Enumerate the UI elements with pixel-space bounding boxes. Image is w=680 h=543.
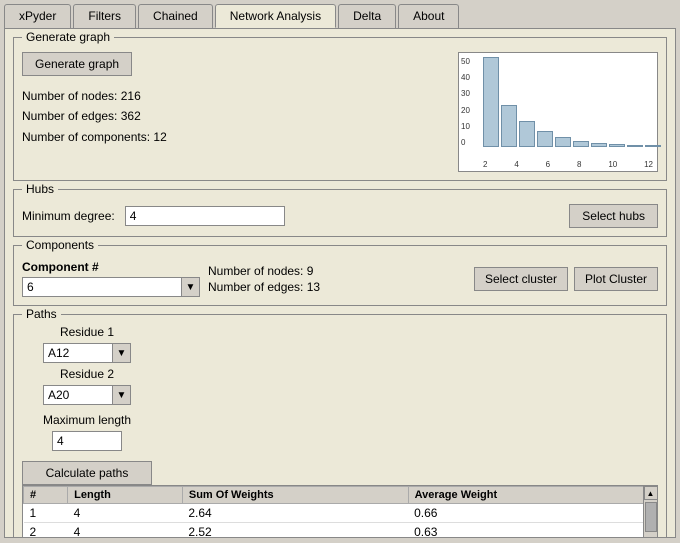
cell-num: 2 (24, 523, 68, 539)
generate-graph-title: Generate graph (22, 30, 114, 44)
residue1-dropdown-row: ▼ (22, 343, 152, 363)
main-content: Generate graph Generate graph Number of … (4, 28, 676, 538)
component-label: Component # (22, 260, 200, 274)
component-dropdown-arrow[interactable]: ▼ (182, 277, 200, 297)
cell-length: 4 (68, 523, 183, 539)
components-count: Number of components: 12 (22, 127, 448, 147)
component-dropdown[interactable] (22, 277, 182, 297)
bar-1 (483, 57, 499, 147)
bar-10 (645, 145, 661, 147)
calculate-paths-button[interactable]: Calculate paths (22, 461, 152, 485)
comp-nodes: Number of nodes: 9 (208, 264, 466, 278)
residue1-label: Residue 1 (22, 325, 152, 339)
bar-6 (573, 141, 589, 147)
tab-about[interactable]: About (398, 4, 459, 28)
select-hubs-button[interactable]: Select hubs (569, 204, 658, 228)
paths-table-wrap: # Length Sum Of Weights Average Weight 1… (22, 485, 658, 538)
components-title: Components (22, 238, 98, 252)
comp-info: Number of nodes: 9 Number of edges: 13 (208, 264, 466, 294)
max-length-label: Maximum length (22, 413, 152, 427)
col-num: # (24, 487, 68, 504)
cell-avg-weight: 0.66 (408, 504, 656, 523)
bar-2 (501, 105, 517, 147)
tab-network-analysis[interactable]: Network Analysis (215, 4, 336, 28)
col-sum-weights: Sum Of Weights (182, 487, 408, 504)
tab-delta[interactable]: Delta (338, 4, 396, 28)
edges-count: Number of edges: 362 (22, 106, 448, 126)
residue2-label: Residue 2 (22, 367, 152, 381)
tab-xpyder[interactable]: xPyder (4, 4, 71, 28)
tab-bar: xPyder Filters Chained Network Analysis … (0, 0, 680, 28)
bar-7 (591, 143, 607, 147)
cell-num: 1 (24, 504, 68, 523)
generate-left: Generate graph Number of nodes: 216 Numb… (22, 52, 448, 147)
select-cluster-button[interactable]: Select cluster (474, 267, 568, 291)
paths-section: Paths Residue 1 ▼ Residue 2 ▼ Maximum le… (13, 314, 667, 538)
scroll-thumb[interactable] (645, 502, 657, 532)
max-length-input[interactable] (52, 431, 122, 451)
col-avg-weight: Average Weight (408, 487, 656, 504)
bar-8 (609, 144, 625, 147)
table-scrollbar[interactable]: ▲ ▼ (643, 486, 657, 538)
cell-sum-weights: 2.52 (182, 523, 408, 539)
residue2-input[interactable] (43, 385, 113, 405)
hubs-title: Hubs (22, 182, 58, 196)
nodes-count: Number of nodes: 216 (22, 86, 448, 106)
residue1-arrow[interactable]: ▼ (113, 343, 131, 363)
components-section: Components Component # ▼ Number of nodes… (13, 245, 667, 306)
comp-row: Component # ▼ Number of nodes: 9 Number … (22, 260, 658, 297)
generate-graph-section: Generate graph Generate graph Number of … (13, 37, 667, 181)
chart-x-labels: 2 4 6 8 10 12 (483, 160, 653, 169)
chart-y-labels: 50 40 30 20 10 0 (461, 57, 470, 147)
min-degree-input[interactable] (125, 206, 285, 226)
tab-filters[interactable]: Filters (73, 4, 136, 28)
generate-graph-button[interactable]: Generate graph (22, 52, 132, 76)
scroll-up-arrow[interactable]: ▲ (644, 486, 658, 500)
paths-title: Paths (22, 307, 61, 321)
bar-9 (627, 145, 643, 147)
hubs-section: Hubs Minimum degree: Select hubs (13, 189, 667, 237)
chart-bars (483, 57, 653, 147)
residue1-input[interactable] (43, 343, 113, 363)
bar-4 (537, 131, 553, 147)
col-length: Length (68, 487, 183, 504)
plot-cluster-button[interactable]: Plot Cluster (574, 267, 658, 291)
table-row[interactable]: 1 4 2.64 0.66 (24, 504, 657, 523)
min-degree-label: Minimum degree: (22, 209, 115, 223)
paths-table: # Length Sum Of Weights Average Weight 1… (23, 486, 657, 538)
bar-3 (519, 121, 535, 147)
comp-edges: Number of edges: 13 (208, 280, 466, 294)
cell-sum-weights: 2.64 (182, 504, 408, 523)
table-row[interactable]: 2 4 2.52 0.63 (24, 523, 657, 539)
residue2-arrow[interactable]: ▼ (113, 385, 131, 405)
cell-avg-weight: 0.63 (408, 523, 656, 539)
degree-chart: 50 40 30 20 10 0 (458, 52, 658, 172)
residue2-dropdown-row: ▼ (22, 385, 152, 405)
paths-controls: Residue 1 ▼ Residue 2 ▼ Maximum length C… (22, 325, 152, 485)
bar-5 (555, 137, 571, 147)
cell-length: 4 (68, 504, 183, 523)
comp-actions: Select cluster Plot Cluster (474, 267, 658, 291)
tab-chained[interactable]: Chained (138, 4, 213, 28)
component-dropdown-wrap: ▼ (22, 277, 200, 297)
